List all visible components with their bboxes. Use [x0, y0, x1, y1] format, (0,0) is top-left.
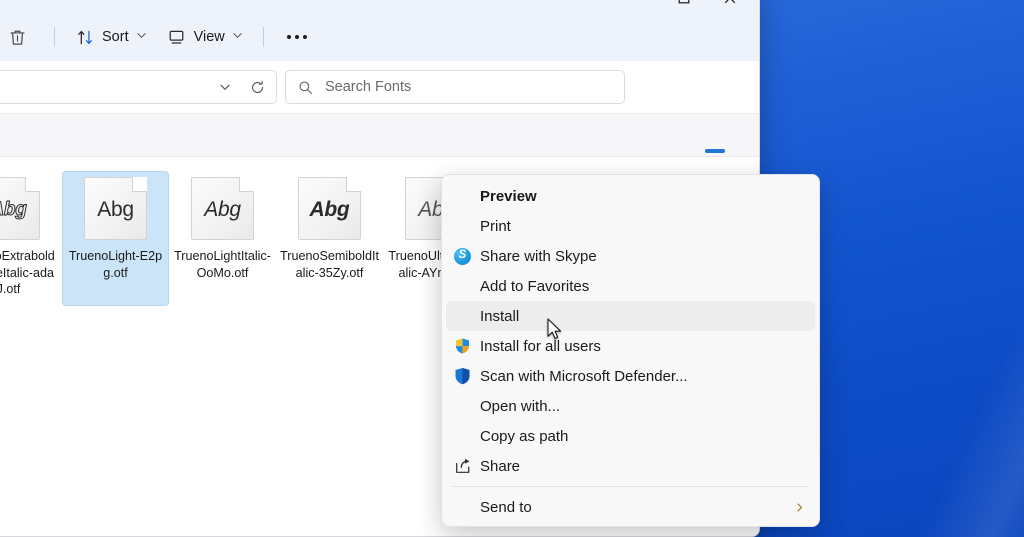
chevron-down-icon — [218, 80, 232, 94]
menu-item[interactable]: Copy as path — [446, 421, 815, 451]
font-preview-text: Abg — [84, 177, 147, 240]
minimize-icon — [632, 0, 644, 4]
view-button[interactable]: View — [158, 21, 252, 53]
font-preview-text: Abg — [298, 177, 361, 240]
search-input[interactable]: Search Fonts — [325, 79, 411, 95]
desktop-wallpaper: Sort View — [0, 0, 1024, 537]
menu-item-label: Print — [480, 218, 511, 235]
file-name-label: TruenoLightItalic-OoMo.otf — [173, 248, 272, 281]
more-options-button[interactable] — [275, 21, 319, 53]
context-menu: Preview Print S Share with Skype Add to Favo… — [441, 174, 820, 527]
more-icon-dot — [303, 35, 307, 39]
menu-icon-empty — [454, 497, 480, 517]
command-bar: Sort View — [0, 13, 759, 61]
file-name-label: TruenoExtraboldOutlineItalic-adaJ.otf — [0, 248, 58, 298]
sort-icon — [75, 27, 95, 47]
refresh-icon — [250, 80, 265, 95]
menu-item-label: Send to — [480, 499, 532, 516]
menu-item-label: Open with... — [480, 398, 560, 415]
maximize-icon — [678, 0, 690, 4]
address-row: Search Fonts — [0, 61, 759, 113]
font-file-icon: Abg — [191, 177, 254, 240]
menu-item[interactable]: Open with... — [446, 391, 815, 421]
uac-shield-icon — [454, 336, 480, 356]
maximize-button[interactable] — [661, 0, 707, 13]
skype-glyph: S — [454, 248, 471, 265]
sort-button-label: Sort — [102, 29, 129, 45]
file-name-label: TruenoSemiboldItalic-35Zy.otf — [280, 248, 379, 281]
minimize-button[interactable] — [615, 0, 661, 13]
chevron-down-icon — [136, 29, 147, 45]
font-file-icon: Abg — [298, 177, 361, 240]
sort-button[interactable]: Sort — [66, 21, 156, 53]
menu-icon-empty — [454, 216, 480, 236]
menu-divider — [452, 486, 809, 487]
toolbar-divider-1 — [54, 27, 55, 47]
menu-item[interactable]: Send to — [446, 492, 815, 522]
menu-item[interactable]: Preview — [446, 181, 815, 211]
delete-button[interactable] — [0, 21, 43, 53]
menu-item[interactable]: S Share with Skype — [446, 241, 815, 271]
menu-item-label: Add to Favorites — [480, 278, 589, 295]
column-header-row: der — [0, 113, 759, 157]
menu-item[interactable]: Install for all users — [446, 331, 815, 361]
window-controls — [615, 0, 753, 13]
horizontal-scrollbar-thumb[interactable] — [705, 149, 725, 153]
menu-item-label: Share with Skype — [480, 248, 597, 265]
chevron-right-icon — [794, 502, 805, 513]
menu-icon-empty — [454, 186, 480, 206]
menu-item-label: Scan with Microsoft Defender... — [480, 368, 688, 385]
close-button[interactable] — [707, 0, 753, 13]
defender-shield-icon — [454, 366, 480, 386]
refresh-button[interactable] — [242, 73, 272, 101]
font-preview-text: Abg — [191, 177, 254, 240]
menu-icon-empty — [454, 276, 480, 296]
font-preview-text: Abg — [0, 177, 40, 240]
menu-item[interactable]: Install — [446, 301, 815, 331]
menu-item-label: Install — [480, 308, 519, 325]
menu-icon-empty — [454, 396, 480, 416]
file-tile[interactable]: Abg TruenoSemiboldItalic-35Zy.otf — [276, 171, 383, 306]
close-icon — [724, 0, 736, 4]
menu-item-label: Preview — [480, 188, 537, 205]
menu-item[interactable]: Share — [446, 451, 815, 481]
menu-item[interactable]: Print — [446, 211, 815, 241]
search-box[interactable]: Search Fonts — [285, 70, 625, 104]
more-icon-dot — [287, 35, 291, 39]
delete-icon — [7, 27, 27, 47]
more-icon-dot — [295, 35, 299, 39]
window-titlebar — [0, 0, 759, 13]
font-file-icon: Abg — [0, 177, 40, 240]
view-button-label: View — [194, 29, 225, 45]
toolbar-divider-2 — [263, 27, 264, 47]
address-dropdown-button[interactable] — [210, 73, 240, 101]
menu-item[interactable]: Add to Favorites — [446, 271, 815, 301]
view-icon — [167, 27, 187, 47]
menu-item[interactable]: Scan with Microsoft Defender... — [446, 361, 815, 391]
address-bar[interactable] — [0, 70, 277, 104]
chevron-down-icon — [232, 29, 243, 45]
search-icon — [298, 80, 313, 95]
menu-icon-empty — [454, 426, 480, 446]
menu-item-label: Copy as path — [480, 428, 568, 445]
share-icon — [454, 456, 480, 476]
skype-icon: S — [454, 246, 480, 266]
font-file-icon: Abg — [84, 177, 147, 240]
file-tile[interactable]: Abg TruenoLightItalic-OoMo.otf — [169, 171, 276, 306]
file-tile[interactable]: Abg TruenoExtraboldOutlineItalic-adaJ.otf — [0, 171, 62, 306]
file-tile[interactable]: Abg TruenoLight-E2pg.otf — [62, 171, 169, 306]
file-name-label: TruenoLight-E2pg.otf — [66, 248, 165, 281]
menu-icon-empty — [454, 306, 480, 326]
menu-item-label: Share — [480, 458, 520, 475]
menu-item-label: Install for all users — [480, 338, 601, 355]
